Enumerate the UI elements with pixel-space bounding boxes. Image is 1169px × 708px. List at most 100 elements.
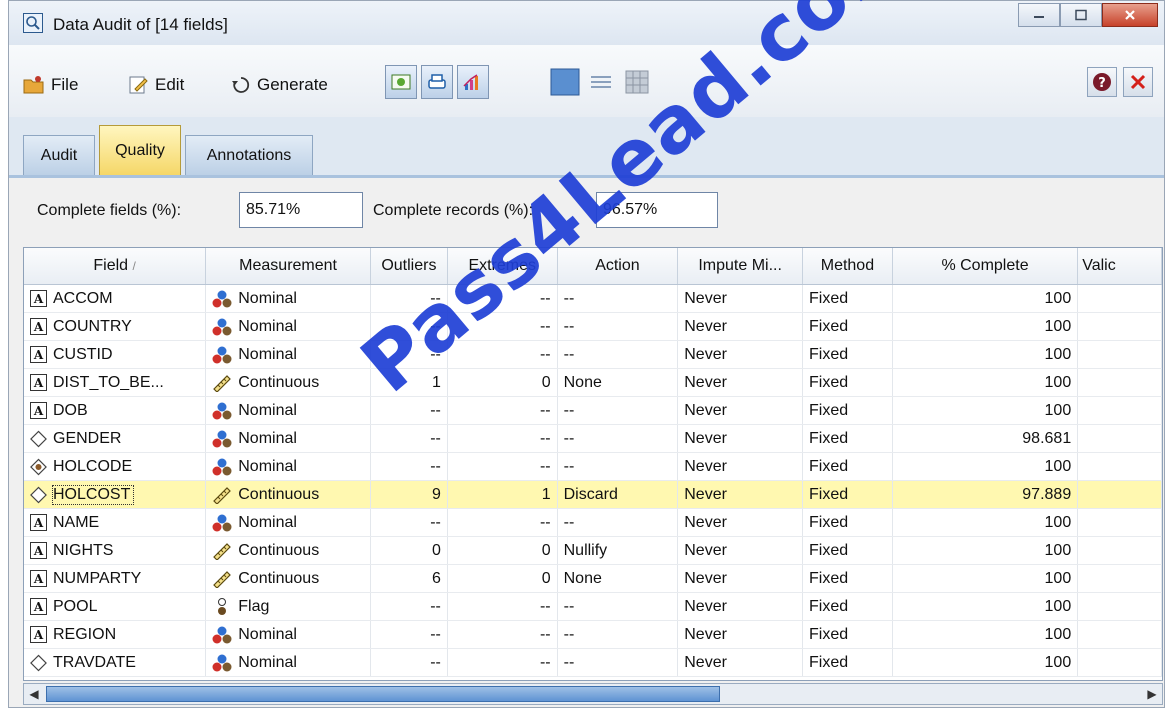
export-button[interactable] [385, 65, 417, 99]
maximize-button[interactable] [1060, 3, 1102, 27]
impute-missing-cell[interactable]: Never [677, 592, 804, 621]
column-header-percent-complete[interactable]: % Complete [892, 248, 1079, 285]
column-header-measurement[interactable]: Measurement [205, 248, 371, 285]
column-header-extremes[interactable]: Extremes [447, 248, 558, 285]
table-row[interactable]: A DOB Nominal -- -- -- Never Fixed 100 [24, 396, 1162, 425]
minimize-button[interactable] [1018, 3, 1060, 27]
table-row[interactable]: TRAVDATE Nominal -- -- -- Never Fixed 100 [24, 648, 1162, 677]
impute-missing-cell[interactable]: Never [677, 648, 804, 677]
action-cell[interactable]: Nullify [557, 536, 679, 565]
impute-missing-cell[interactable]: Never [677, 284, 804, 313]
method-cell[interactable]: Fixed [802, 508, 893, 537]
table-row[interactable]: A POOL Flag -- -- -- Never Fixed 100 [24, 592, 1162, 621]
method-cell[interactable]: Fixed [802, 480, 893, 509]
scroll-right-icon[interactable]: ▶ [1144, 686, 1160, 702]
column-header-method[interactable]: Method [802, 248, 893, 285]
method-cell[interactable]: Fixed [802, 424, 893, 453]
field-cell[interactable]: A REGION [24, 620, 207, 649]
impute-missing-cell[interactable]: Never [677, 536, 804, 565]
print-button[interactable] [421, 65, 453, 99]
method-cell[interactable]: Fixed [802, 620, 893, 649]
method-cell[interactable]: Fixed [802, 396, 893, 425]
table-row[interactable]: HOLCODE Nominal -- -- -- Never Fixed 100 [24, 452, 1162, 481]
column-header-field[interactable]: Field / [24, 248, 207, 285]
table-row[interactable]: A ACCOM Nominal -- -- -- Never Fixed 100 [24, 284, 1162, 313]
column-header-action[interactable]: Action [557, 248, 679, 285]
file-menu[interactable]: File [23, 75, 78, 95]
scrollbar-thumb[interactable] [46, 686, 720, 702]
method-cell[interactable]: Fixed [802, 592, 893, 621]
impute-missing-cell[interactable]: Never [677, 396, 804, 425]
action-cell[interactable]: -- [557, 340, 679, 369]
field-cell[interactable]: A POOL [24, 592, 207, 621]
action-cell[interactable]: -- [557, 284, 679, 313]
action-cell[interactable]: -- [557, 452, 679, 481]
action-cell[interactable]: None [557, 564, 679, 593]
table-row[interactable]: A REGION Nominal -- -- -- Never Fixed 100 [24, 620, 1162, 649]
impute-missing-cell[interactable]: Never [677, 452, 804, 481]
table-row[interactable]: A NIGHTS Continuous 0 0 Nullify Never Fixed 100 [24, 536, 1162, 565]
table-row[interactable]: GENDER Nominal -- -- -- Never Fixed 98.681 [24, 424, 1162, 453]
method-cell[interactable]: Fixed [802, 648, 893, 677]
table-row[interactable]: HOLCOST Continuous 9 1 Discard Never Fixed 97.8… [24, 480, 1162, 509]
window-close-button[interactable] [1102, 3, 1158, 27]
method-cell[interactable]: Fixed [802, 536, 893, 565]
method-cell[interactable]: Fixed [802, 312, 893, 341]
field-cell[interactable]: A DIST_TO_BE... [24, 368, 207, 397]
table-row[interactable]: A CUSTID Nominal -- -- -- Never Fixed 100 [24, 340, 1162, 369]
list-view-button[interactable] [585, 65, 617, 99]
impute-missing-cell[interactable]: Never [677, 564, 804, 593]
table-row[interactable]: A NUMPARTY Continuous 6 0 None Never Fixed 100 [24, 564, 1162, 593]
method-cell[interactable]: Fixed [802, 284, 893, 313]
impute-missing-cell[interactable]: Never [677, 508, 804, 537]
field-cell[interactable]: A CUSTID [24, 340, 207, 369]
column-header-valid[interactable]: Valic [1077, 248, 1162, 285]
column-header-impute-missing[interactable]: Impute Mi... [677, 248, 804, 285]
field-cell[interactable]: A NIGHTS [24, 536, 207, 565]
tab-annotations[interactable]: Annotations [185, 135, 313, 175]
method-cell[interactable]: Fixed [802, 452, 893, 481]
action-cell[interactable]: -- [557, 592, 679, 621]
impute-missing-cell[interactable]: Never [677, 368, 804, 397]
action-cell[interactable]: -- [557, 424, 679, 453]
field-cell[interactable]: A ACCOM [24, 284, 207, 313]
impute-missing-cell[interactable]: Never [677, 620, 804, 649]
field-cell[interactable]: A DOB [24, 396, 207, 425]
table-row[interactable]: A DIST_TO_BE... Continuous 1 0 None Never Fixed… [24, 368, 1162, 397]
field-cell[interactable]: TRAVDATE [24, 648, 207, 677]
field-cell[interactable]: A COUNTRY [24, 312, 207, 341]
chart-button[interactable] [457, 65, 489, 99]
scroll-left-icon[interactable]: ◀ [26, 686, 42, 702]
action-cell[interactable]: -- [557, 312, 679, 341]
help-button[interactable]: ? [1087, 67, 1117, 97]
action-cell[interactable]: -- [557, 396, 679, 425]
method-cell[interactable]: Fixed [802, 564, 893, 593]
impute-missing-cell[interactable]: Never [677, 340, 804, 369]
impute-missing-cell[interactable]: Never [677, 424, 804, 453]
action-cell[interactable]: None [557, 368, 679, 397]
action-cell[interactable]: -- [557, 620, 679, 649]
generate-menu[interactable]: Generate [231, 75, 328, 95]
tab-quality[interactable]: Quality [99, 125, 181, 175]
method-cell[interactable]: Fixed [802, 368, 893, 397]
method-cell[interactable]: Fixed [802, 340, 893, 369]
table-view-button[interactable] [621, 65, 653, 99]
column-header-outliers[interactable]: Outliers [370, 248, 448, 285]
impute-missing-cell[interactable]: Never [677, 312, 804, 341]
action-cell[interactable]: Discard [557, 480, 679, 509]
field-cell[interactable]: A NAME [24, 508, 207, 537]
impute-missing-cell[interactable]: Never [677, 480, 804, 509]
table-row[interactable]: A NAME Nominal -- -- -- Never Fixed 100 [24, 508, 1162, 537]
field-cell[interactable]: HOLCOST [24, 480, 207, 509]
action-cell[interactable]: -- [557, 508, 679, 537]
close-dialog-button[interactable] [1123, 67, 1153, 97]
table-row[interactable]: A COUNTRY Nominal -- -- -- Never Fixed 100 [24, 312, 1162, 341]
horizontal-scrollbar[interactable]: ◀ ▶ [23, 683, 1163, 705]
grid-view-button[interactable] [549, 65, 581, 99]
field-cell[interactable]: GENDER [24, 424, 207, 453]
tab-audit[interactable]: Audit [23, 135, 95, 175]
field-cell[interactable]: A NUMPARTY [24, 564, 207, 593]
field-cell[interactable]: HOLCODE [24, 452, 207, 481]
action-cell[interactable]: -- [557, 648, 679, 677]
edit-menu[interactable]: Edit [127, 75, 184, 95]
